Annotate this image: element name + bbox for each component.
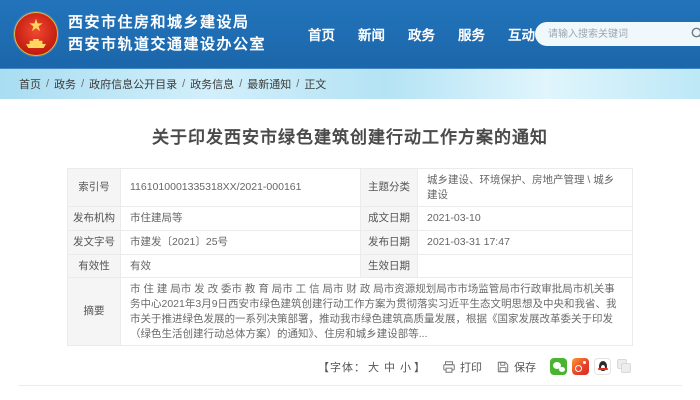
meta-label-issuing-org: 发布机构 (68, 207, 121, 231)
breadcrumb-home[interactable]: 首页 (19, 76, 41, 92)
nav-item-services[interactable]: 服务 (458, 24, 485, 44)
site-title: 西安市住房和城乡建设局 西安市轨道交通建设办公室 (68, 12, 266, 56)
share-more-icon[interactable] (616, 358, 633, 375)
page: ★ 西安市住房和城乡建设局 西安市轨道交通建设办公室 首页 新闻 政务 服务 互… (0, 0, 700, 400)
meta-value-issuing-org: 市住建局等 (121, 207, 361, 231)
breadcrumb-separator: / (81, 78, 84, 90)
breadcrumb-info-directory[interactable]: 政府信息公开目录 (89, 76, 177, 92)
meta-value-doc-number: 市建发〔2021〕25号 (121, 231, 361, 255)
meta-label-index: 索引号 (68, 169, 121, 207)
meta-label-effective-date: 生效日期 (361, 254, 418, 278)
table-row: 发文字号 市建发〔2021〕25号 发布日期 2021-03-31 17:47 (68, 231, 633, 255)
meta-value-validity: 有效 (121, 254, 361, 278)
document-meta-table: 索引号 1161010001335318XX/2021-000161 主题分类 … (67, 168, 633, 346)
font-size-small-button[interactable]: 小 (400, 359, 412, 375)
meta-value-abstract: 市 住 建 局市 发 改 委市 教 育 局市 工 信 局市 财 政 局市资源规划… (121, 278, 633, 346)
article-toolbar: 【字体： 大 中 小 】 打印 保存 (67, 358, 633, 375)
save-label: 保存 (514, 359, 536, 375)
meta-value-index: 1161010001335318XX/2021-000161 (121, 169, 361, 207)
toolbar-divider (18, 385, 682, 386)
meta-label-publish-date: 发布日期 (361, 231, 418, 255)
print-button[interactable]: 打印 (442, 359, 482, 375)
org-name-line2: 西安市轨道交通建设办公室 (68, 34, 266, 56)
meta-value-effective-date (418, 254, 633, 278)
font-size-control: 【字体： 大 中 小 】 (318, 359, 426, 375)
table-row: 摘要 市 住 建 局市 发 改 委市 教 育 局市 工 信 局市 财 政 局市资… (68, 278, 633, 346)
nav-item-news[interactable]: 新闻 (358, 24, 385, 44)
meta-label-doc-number: 发文字号 (68, 231, 121, 255)
meta-value-publish-date: 2021-03-31 17:47 (418, 231, 633, 255)
page-title: 关于印发西安市绿色建筑创建行动工作方案的通知 (0, 123, 700, 148)
font-size-medium-button[interactable]: 中 (384, 359, 396, 375)
site-header: ★ 西安市住房和城乡建设局 西安市轨道交通建设办公室 首页 新闻 政务 服务 互… (0, 0, 700, 68)
font-size-prefix: 【字体： (318, 359, 366, 375)
breadcrumb-latest-notices[interactable]: 最新通知 (247, 76, 291, 92)
nav-item-gov-affairs[interactable]: 政务 (408, 24, 435, 44)
article-content: 关于印发西安市绿色建筑创建行动工作方案的通知 索引号 1161010001335… (0, 99, 700, 400)
meta-label-topic: 主题分类 (361, 169, 418, 207)
share-weibo-icon[interactable] (572, 358, 589, 375)
meta-label-abstract: 摘要 (68, 278, 121, 346)
breadcrumb-separator: / (296, 78, 299, 90)
nav-item-home[interactable]: 首页 (308, 24, 335, 44)
font-size-large-button[interactable]: 大 (368, 359, 380, 375)
national-emblem-icon: ★ (14, 12, 58, 56)
print-label: 打印 (460, 359, 482, 375)
share-buttons (550, 358, 633, 375)
breadcrumb-separator: / (46, 78, 49, 90)
share-wechat-icon[interactable] (550, 358, 567, 375)
main-nav: 首页 新闻 政务 服务 互动 (308, 24, 535, 44)
search-icon[interactable] (690, 26, 700, 42)
meta-value-written-date: 2021-03-10 (418, 207, 633, 231)
nav-item-interaction[interactable]: 互动 (508, 24, 535, 44)
printer-icon (442, 360, 456, 374)
org-name-line1: 西安市住房和城乡建设局 (68, 12, 266, 34)
breadcrumb-current: 正文 (304, 76, 326, 92)
meta-label-validity: 有效性 (68, 254, 121, 278)
breadcrumb-gov[interactable]: 政务 (54, 76, 76, 92)
table-row: 索引号 1161010001335318XX/2021-000161 主题分类 … (68, 169, 633, 207)
meta-value-topic: 城乡建设、环境保护、房地产管理 \ 城乡建设 (418, 169, 633, 207)
search-box (535, 22, 700, 46)
meta-label-written-date: 成文日期 (361, 207, 418, 231)
save-icon (496, 360, 510, 374)
save-button[interactable]: 保存 (496, 359, 536, 375)
table-row: 发布机构 市住建局等 成文日期 2021-03-10 (68, 207, 633, 231)
breadcrumb: 首页 / 政务 / 政府信息公开目录 / 政务信息 / 最新通知 / 正文 (0, 68, 700, 99)
breadcrumb-gov-info[interactable]: 政务信息 (190, 76, 234, 92)
breadcrumb-separator: / (239, 78, 242, 90)
table-row: 有效性 有效 生效日期 (68, 254, 633, 278)
breadcrumb-separator: / (182, 78, 185, 90)
font-size-suffix: 】 (414, 359, 426, 375)
share-qq-icon[interactable] (594, 358, 611, 375)
search-input[interactable] (535, 22, 700, 46)
